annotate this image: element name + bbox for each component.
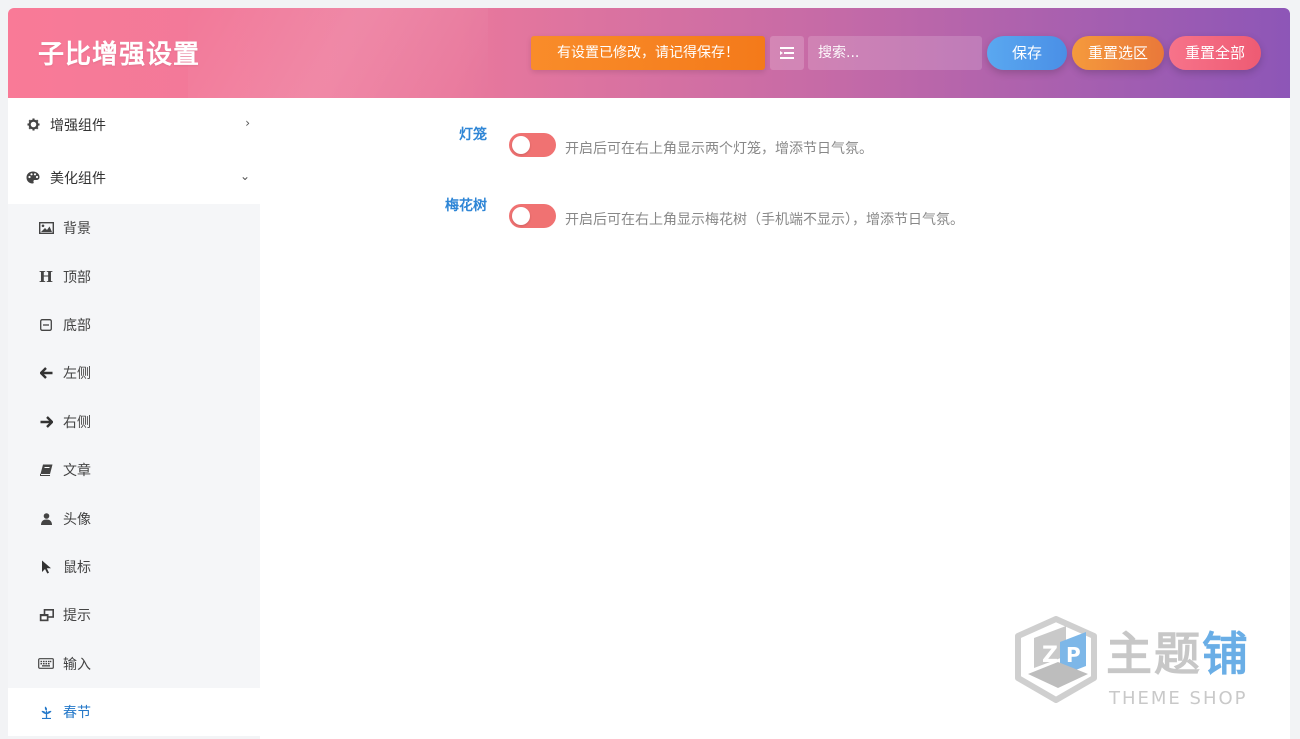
sidebar-group-enhance[interactable]: 增强组件 ›	[8, 98, 260, 151]
sidebar-item-article[interactable]: 文章	[8, 446, 260, 494]
watermark-subtitle: THEME SHOP	[1109, 688, 1248, 709]
cursor-icon	[38, 559, 54, 575]
sidebar-item-label: 春节	[63, 705, 91, 722]
lantern-toggle[interactable]	[509, 133, 556, 157]
sidebar-item-label: 底部	[63, 317, 91, 334]
sidebar-item-header[interactable]: H 顶部	[8, 252, 260, 300]
search-input[interactable]	[808, 36, 982, 70]
sidebar-item-input[interactable]: 输入	[8, 640, 260, 688]
sidebar-item-label: 文章	[63, 463, 91, 480]
header-bar: 子比增强设置 有设置已修改，请记得保存！ 保存 重置选区 重置全部	[8, 8, 1290, 98]
sidebar-item-label: 左侧	[63, 366, 91, 383]
unsaved-notice: 有设置已修改，请记得保存！	[531, 36, 765, 70]
footer-icon	[38, 317, 54, 333]
sidebar-item-tips[interactable]: 提示	[8, 591, 260, 639]
image-icon	[38, 220, 54, 236]
header-icon: H	[38, 267, 54, 286]
sidebar-item-label: 鼠标	[63, 559, 91, 576]
setting-label-plum-tree: 梅花树	[445, 198, 487, 214]
sidebar-item-label: 头像	[63, 511, 91, 528]
palette-icon	[26, 171, 40, 185]
sidebar-group-beautify[interactable]: 美化组件 ⌄	[8, 151, 260, 204]
watermark-logo: Z P 主题铺 THEME SHOP	[1014, 616, 1276, 712]
setting-description-plum-tree: 开启后可在右上角显示梅花树（手机端不显示），增添节日气氛。	[565, 212, 964, 228]
setting-description-lantern: 开启后可在右上角显示两个灯笼，增添节日气氛。	[565, 141, 873, 157]
watermark-title: 主题铺	[1106, 627, 1250, 681]
leaf-icon	[38, 704, 54, 720]
setting-label-lantern: 灯笼	[459, 127, 487, 143]
sidebar-item-label: 输入	[63, 656, 91, 673]
watermark-cube-icon: Z P	[1015, 616, 1097, 703]
book-icon	[38, 462, 54, 478]
sidebar-item-spring-festival[interactable]: 春节	[8, 687, 260, 737]
svg-text:P: P	[1066, 643, 1081, 667]
arrow-left-icon	[38, 365, 54, 381]
sidebar-item-label: 背景	[63, 221, 91, 238]
reset-section-button[interactable]: 重置选区	[1072, 36, 1164, 70]
sidebar-item-avatar[interactable]: 头像	[8, 494, 260, 542]
sidebar: 增强组件 › 美化组件 ⌄ 背景 H 顶部 底部 左侧 右侧 文章 头像 鼠标 …	[8, 98, 260, 739]
arrow-right-icon	[38, 414, 54, 430]
submenu-beautify: 背景 H 顶部 底部 左侧 右侧 文章 头像 鼠标 提示 输入 春节	[8, 204, 260, 737]
plum-tree-toggle[interactable]	[509, 204, 556, 228]
windows-icon	[38, 607, 54, 623]
keyboard-icon	[38, 656, 54, 672]
toggle-knob	[512, 207, 530, 225]
sidebar-item-cursor[interactable]: 鼠标	[8, 543, 260, 591]
sidebar-item-left[interactable]: 左侧	[8, 349, 260, 397]
reset-all-button[interactable]: 重置全部	[1169, 36, 1261, 70]
sidebar-item-footer[interactable]: 底部	[8, 301, 260, 349]
chevron-down-icon: ⌄	[239, 169, 250, 183]
sidebar-group-label: 美化组件	[50, 170, 106, 187]
setting-row-lantern: 灯笼 开启后可在右上角显示两个灯笼，增添节日气氛。	[260, 112, 1290, 157]
page-title: 子比增强设置	[38, 40, 201, 70]
sidebar-item-label: 顶部	[63, 269, 91, 286]
list-icon	[780, 44, 794, 63]
sidebar-group-label: 增强组件	[50, 117, 106, 134]
toggle-knob	[512, 136, 530, 154]
user-icon	[38, 511, 54, 527]
save-button[interactable]: 保存	[987, 36, 1067, 70]
sidebar-item-label: 右侧	[63, 414, 91, 431]
chevron-right-icon: ›	[245, 116, 250, 130]
sidebar-item-label: 提示	[63, 608, 91, 625]
sidebar-item-background[interactable]: 背景	[8, 204, 260, 252]
setting-row-plum-tree: 梅花树 开启后可在右上角显示梅花树（手机端不显示），增添节日气氛。	[260, 183, 1290, 228]
expand-all-button[interactable]	[770, 36, 804, 70]
gear-icon	[26, 118, 40, 132]
sidebar-item-right[interactable]: 右侧	[8, 398, 260, 446]
svg-text:Z: Z	[1042, 643, 1058, 668]
app-window: 子比增强设置 有设置已修改，请记得保存！ 保存 重置选区 重置全部	[0, 0, 1300, 739]
